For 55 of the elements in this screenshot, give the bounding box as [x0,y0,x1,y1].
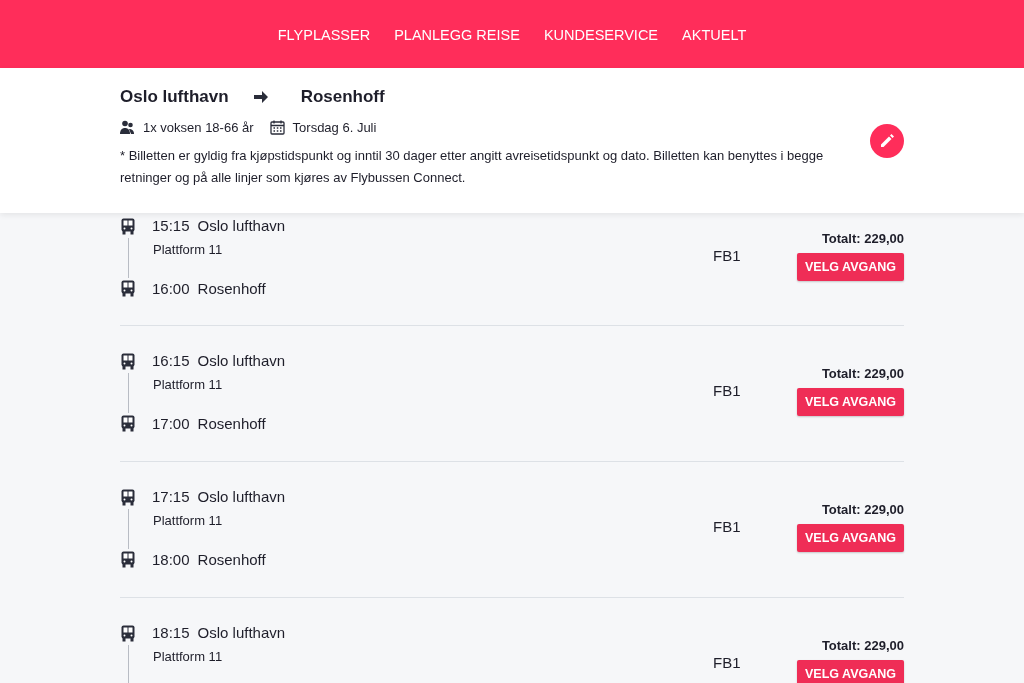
departure-stop: Oslo lufthavn [197,216,286,236]
platform-text: Plattform 11 [153,647,223,666]
select-departure-button[interactable]: VELG AVGANG [797,523,904,553]
bus-icon [120,488,136,506]
bus-icon [120,551,136,569]
nav-link[interactable]: KUNDESERVICE [531,25,671,47]
validity-note: * Billetten er gyldig fra kjøpstidspunkt og inntil 30 dager etter angitt avreisetidspunkt og dato. Billetten kan benyttes i begge retninger og på alle linjer som kjøres av Flybussen Connect. [120,147,825,187]
route-code: FB1 [713,381,742,401]
passenger-text: 1x voksen 18-66 år [143,118,254,137]
total-price: Totalt: 229,00 [821,230,904,248]
origin-name: Oslo lufthavn [120,86,229,108]
arrival-time: 17:00 [152,413,190,434]
departure-stop: Oslo lufthavn [197,351,286,371]
select-departure-button[interactable]: VELG AVGANG [797,387,904,417]
bus-icon [120,280,136,298]
people-icon [120,119,135,135]
departure-time: 17:15 [152,487,190,507]
bus-icon [120,352,136,370]
nav-link[interactable]: AKTUELT [670,25,759,47]
pencil-icon [879,133,895,149]
platform-text: Plattform 11 [153,511,223,530]
arrival-stop: Rosenhoff [197,413,266,434]
departure-stop: Oslo lufthavn [197,623,286,643]
select-departure-button[interactable]: VELG AVGANG [797,659,904,683]
edit-button[interactable] [870,124,904,158]
platform-text: Plattform 11 [153,375,223,394]
arrival-stop: Rosenhoff [197,278,266,299]
route-code: FB1 [713,653,742,673]
route-code: FB1 [713,246,742,266]
arrow-icon [252,89,269,104]
connector-line [128,644,129,683]
nav-link[interactable]: PLANLEGG REISE [382,25,532,47]
arrival-time: 18:00 [152,549,190,570]
calendar-icon [269,119,285,135]
bus-icon [120,624,136,642]
bus-icon [120,217,136,235]
nav-link[interactable]: FLYPLASSER [265,25,383,47]
departure-time: 18:15 [152,623,190,643]
connector-line [128,237,129,278]
total-price: Totalt: 229,00 [821,637,904,655]
destination-name: Rosenhoff [300,86,385,108]
connector-line [128,372,129,413]
bus-icon [120,415,136,433]
total-price: Totalt: 229,00 [821,365,904,383]
route-code: FB1 [713,517,742,537]
departure-time: 16:15 [152,351,190,371]
total-price: Totalt: 229,00 [821,501,904,519]
connector-line [128,508,129,549]
date-text: Torsdag 6. Juli [292,118,377,137]
arrival-stop: Rosenhoff [197,549,266,570]
departure-stop: Oslo lufthavn [197,487,286,507]
platform-text: Plattform 11 [153,240,223,259]
arrival-time: 16:00 [152,278,190,299]
select-departure-button[interactable]: VELG AVGANG [797,252,904,282]
departure-time: 15:15 [152,216,190,236]
